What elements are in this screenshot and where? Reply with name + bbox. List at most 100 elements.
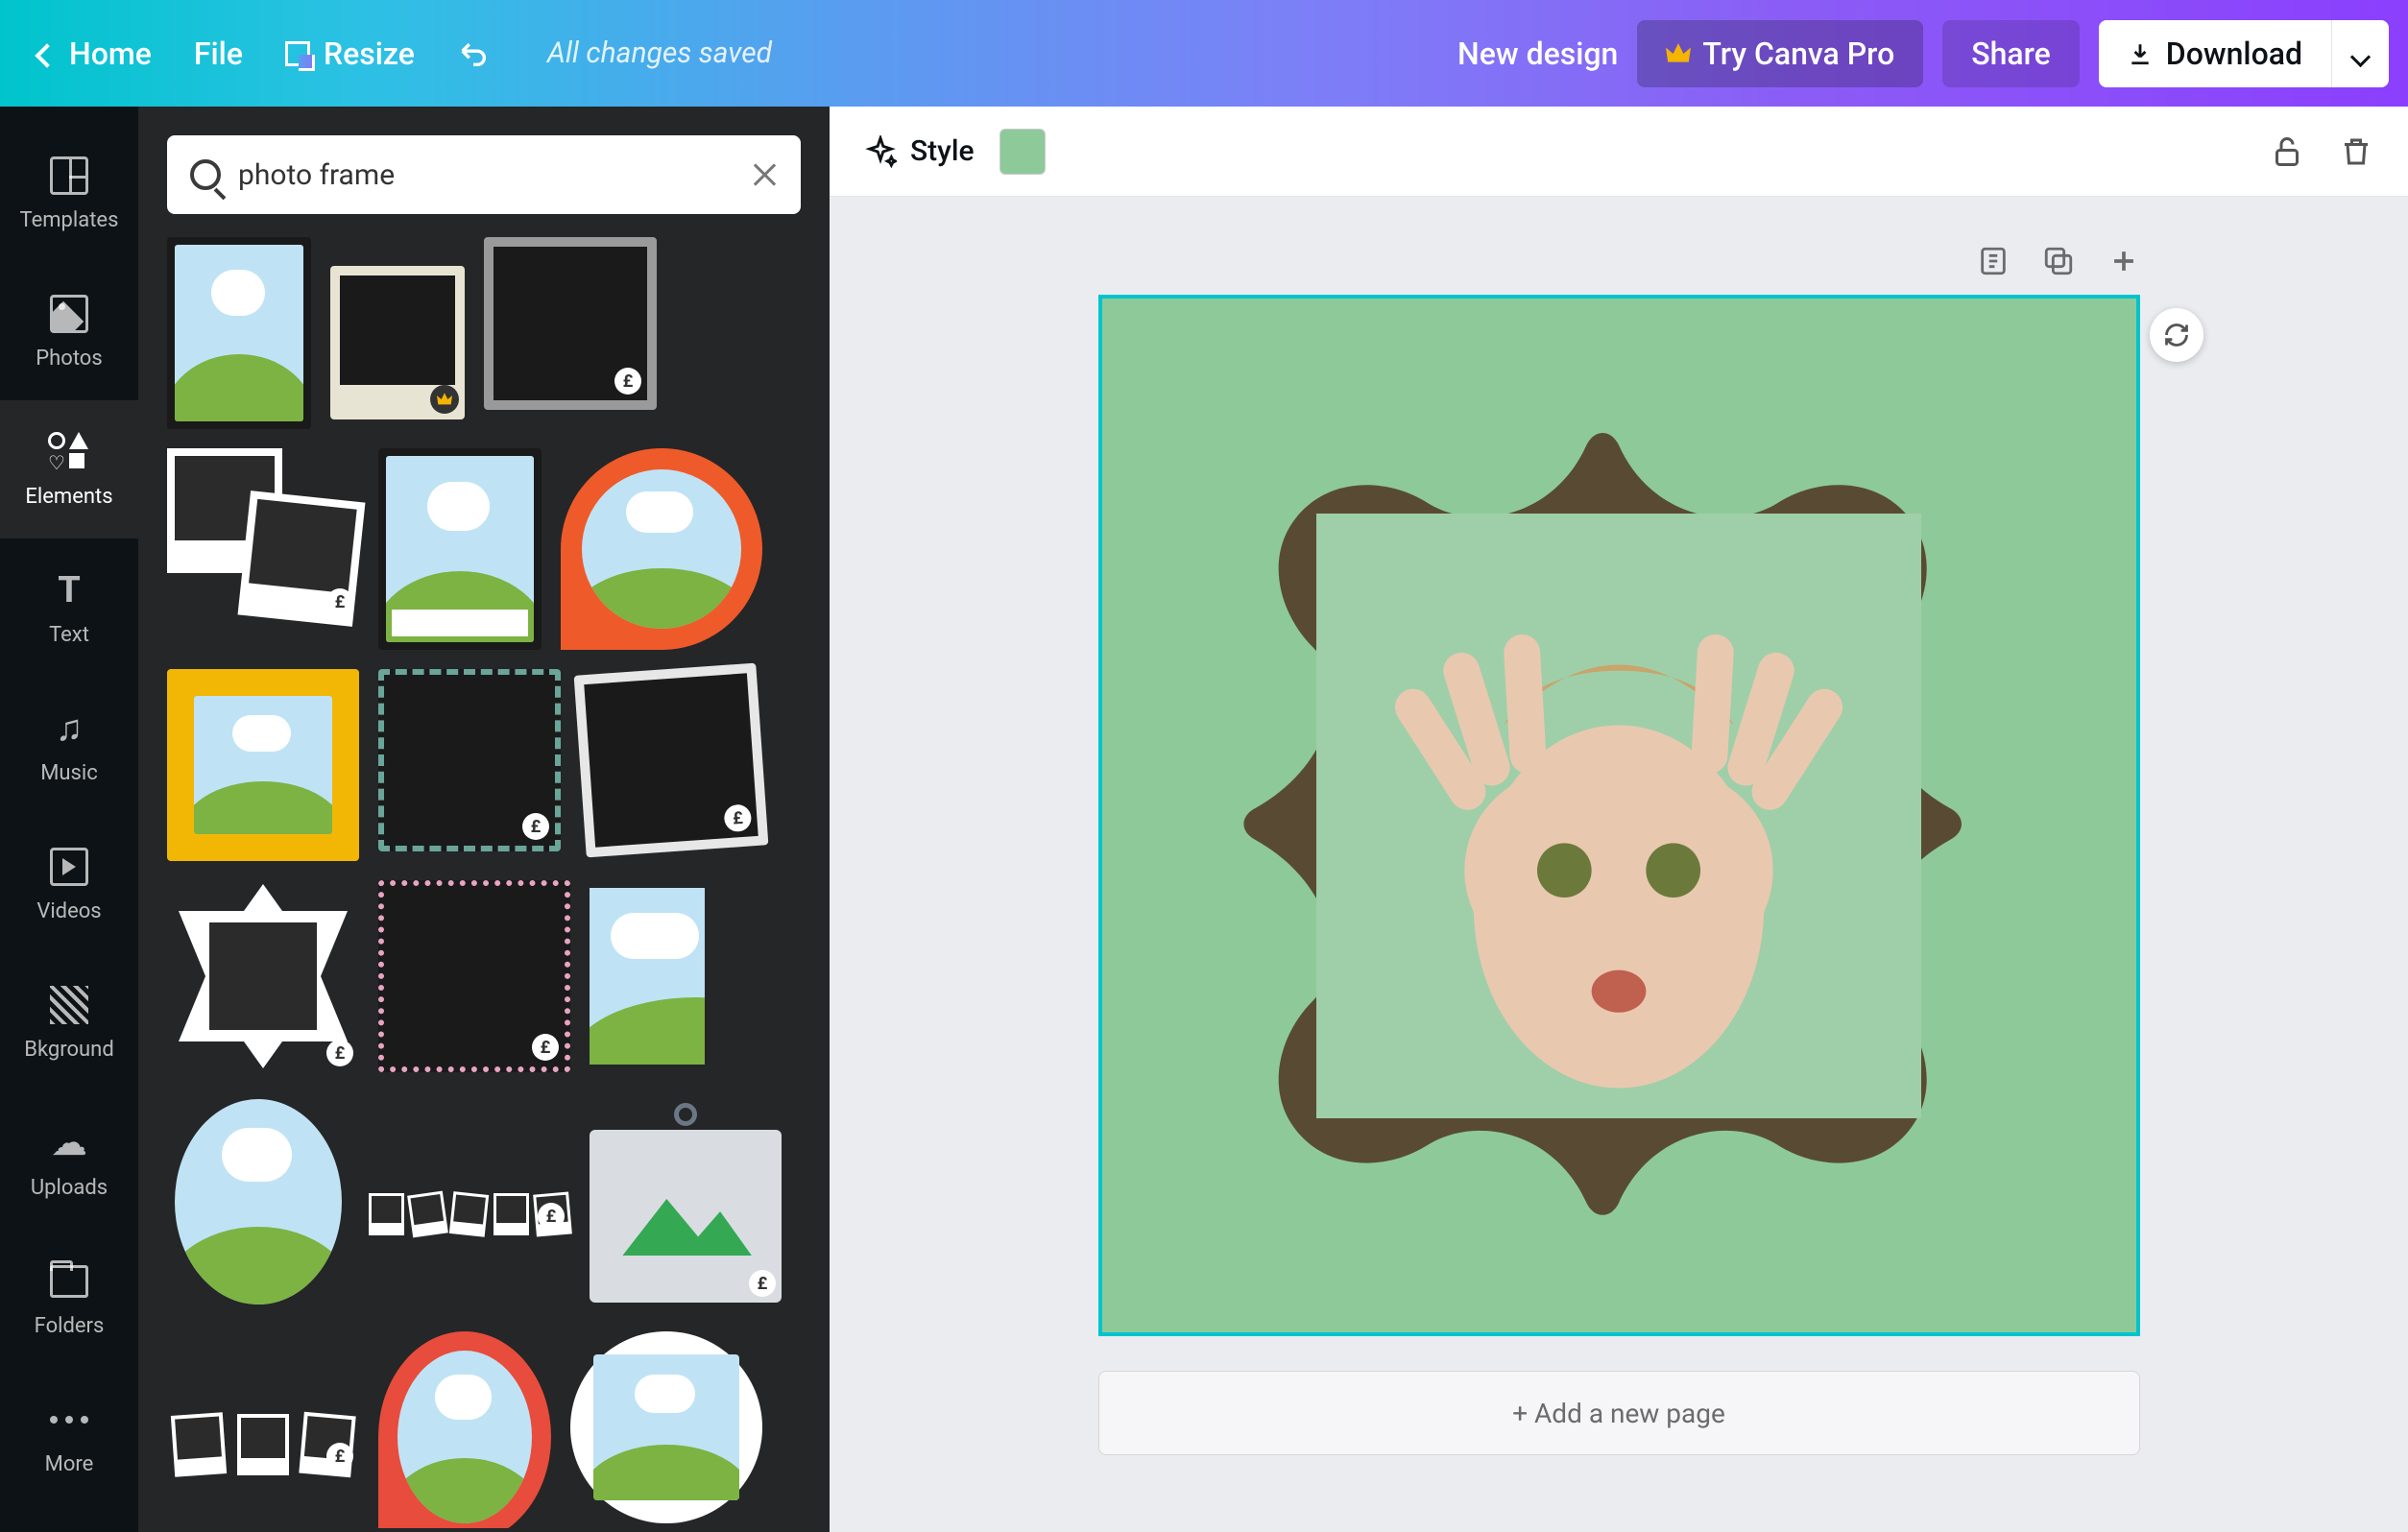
rail-label: Folders xyxy=(35,1314,105,1338)
download-label: Download xyxy=(2166,36,2302,72)
style-button[interactable]: Style xyxy=(864,134,975,168)
more-icon xyxy=(50,1416,88,1424)
new-design-button[interactable]: New design xyxy=(1457,36,1618,72)
try-pro-label: Try Canva Pro xyxy=(1702,36,1894,72)
share-button[interactable]: Share xyxy=(1942,20,2080,87)
rail-label: Uploads xyxy=(31,1176,108,1200)
element-thumb[interactable]: £ xyxy=(590,1130,782,1303)
save-status: All changes saved xyxy=(490,36,1457,70)
videos-icon xyxy=(50,848,88,886)
canvas-area[interactable]: + Add a new page xyxy=(830,197,2408,1532)
templates-icon xyxy=(50,156,88,195)
search-input[interactable] xyxy=(238,158,732,192)
add-page-label: + Add a new page xyxy=(1512,1398,1725,1429)
element-thumb[interactable]: £ xyxy=(378,880,570,1072)
editor-toolbar: Style xyxy=(830,107,2408,197)
elements-icon: ♡ xyxy=(48,432,90,472)
element-thumb[interactable] xyxy=(378,448,542,650)
rail-label: Bkground xyxy=(24,1038,113,1062)
results-grid: £ £ £ £ £ £ £ xyxy=(167,237,801,1528)
paid-badge: £ xyxy=(614,368,641,395)
page-actions xyxy=(1098,245,2140,277)
add-page-button[interactable]: + Add a new page xyxy=(1098,1371,2140,1455)
try-pro-button[interactable]: Try Canva Pro xyxy=(1637,20,1923,87)
element-thumb[interactable] xyxy=(570,1331,762,1523)
element-thumb[interactable]: £ xyxy=(167,448,359,621)
photos-icon xyxy=(50,295,88,333)
element-thumb[interactable]: £ xyxy=(167,1331,359,1475)
undo-icon xyxy=(457,37,490,70)
paid-badge: £ xyxy=(532,1034,559,1061)
rail-label: Templates xyxy=(20,208,119,232)
chevron-left-icon xyxy=(38,36,56,72)
rail-uploads[interactable]: ☁ Uploads xyxy=(0,1091,138,1230)
canvas-wrap xyxy=(1098,295,2140,1336)
background-icon xyxy=(50,986,88,1024)
side-rail: Templates Photos ♡ Elements T Text ♫ Mus… xyxy=(0,107,138,1532)
element-thumb[interactable] xyxy=(167,237,311,429)
rail-videos[interactable]: Videos xyxy=(0,815,138,953)
regenerate-button[interactable] xyxy=(2150,308,2203,362)
rail-elements[interactable]: ♡ Elements xyxy=(0,400,138,539)
element-thumb[interactable]: £ xyxy=(167,880,359,1072)
pro-badge xyxy=(430,385,459,414)
paid-badge: £ xyxy=(326,1443,353,1470)
sparkle-icon xyxy=(864,135,897,168)
rail-music[interactable]: ♫ Music xyxy=(0,677,138,815)
topbar-right: New design Try Canva Pro Share Download xyxy=(1457,20,2389,87)
paid-badge: £ xyxy=(522,813,549,840)
rail-bkground[interactable]: Bkground xyxy=(0,953,138,1091)
element-thumb[interactable] xyxy=(330,266,465,419)
rail-label: Elements xyxy=(25,485,112,509)
element-thumb[interactable]: £ xyxy=(369,1168,570,1235)
trash-icon[interactable] xyxy=(2339,134,2373,169)
photo-content[interactable] xyxy=(1316,514,1921,1118)
element-thumb[interactable] xyxy=(561,448,762,650)
rail-label: Music xyxy=(40,761,98,785)
rail-label: Photos xyxy=(36,347,102,371)
element-thumb[interactable] xyxy=(167,1091,349,1312)
resize-icon xyxy=(285,41,310,66)
download-icon xyxy=(2128,41,2153,66)
paid-badge: £ xyxy=(326,588,353,615)
rail-templates[interactable]: Templates xyxy=(0,124,138,262)
paid-badge: £ xyxy=(326,1040,353,1066)
canvas-page[interactable] xyxy=(1098,295,2140,1336)
element-thumb[interactable]: £ xyxy=(574,663,769,858)
rail-folders[interactable]: Folders xyxy=(0,1230,138,1368)
undo-button[interactable] xyxy=(457,37,490,70)
paid-badge: £ xyxy=(749,1270,776,1297)
text-icon: T xyxy=(58,569,81,611)
element-thumb[interactable]: £ xyxy=(378,669,561,851)
chevron-down-icon xyxy=(2353,36,2368,72)
topbar-left: Home File Resize xyxy=(38,36,490,72)
rail-more[interactable]: More xyxy=(0,1368,138,1506)
color-swatch[interactable] xyxy=(999,129,1046,175)
duplicate-page-icon[interactable] xyxy=(2042,245,2075,277)
rail-text[interactable]: T Text xyxy=(0,539,138,677)
element-thumb[interactable] xyxy=(167,669,359,861)
element-thumb[interactable] xyxy=(590,880,705,1072)
rail-label: Videos xyxy=(36,899,101,923)
folders-icon xyxy=(50,1265,88,1298)
share-label: Share xyxy=(1971,36,2051,72)
notes-icon[interactable] xyxy=(1977,245,2010,277)
add-page-icon[interactable] xyxy=(2107,245,2140,277)
clear-search-button[interactable] xyxy=(749,160,778,189)
lock-icon[interactable] xyxy=(2270,134,2304,169)
file-label: File xyxy=(194,36,243,72)
paid-badge: £ xyxy=(538,1203,565,1230)
style-label: Style xyxy=(910,134,975,168)
download-caret-button[interactable] xyxy=(2331,20,2389,87)
file-button[interactable]: File xyxy=(194,36,243,72)
home-button[interactable]: Home xyxy=(38,36,152,72)
rail-label: Text xyxy=(49,623,89,647)
download-button[interactable]: Download xyxy=(2099,20,2331,87)
resize-button[interactable]: Resize xyxy=(285,36,415,72)
music-icon: ♫ xyxy=(56,707,84,750)
element-thumb[interactable] xyxy=(378,1331,551,1528)
paid-badge: £ xyxy=(723,803,752,832)
home-label: Home xyxy=(69,36,152,72)
rail-photos[interactable]: Photos xyxy=(0,262,138,400)
element-thumb[interactable]: £ xyxy=(484,237,657,410)
